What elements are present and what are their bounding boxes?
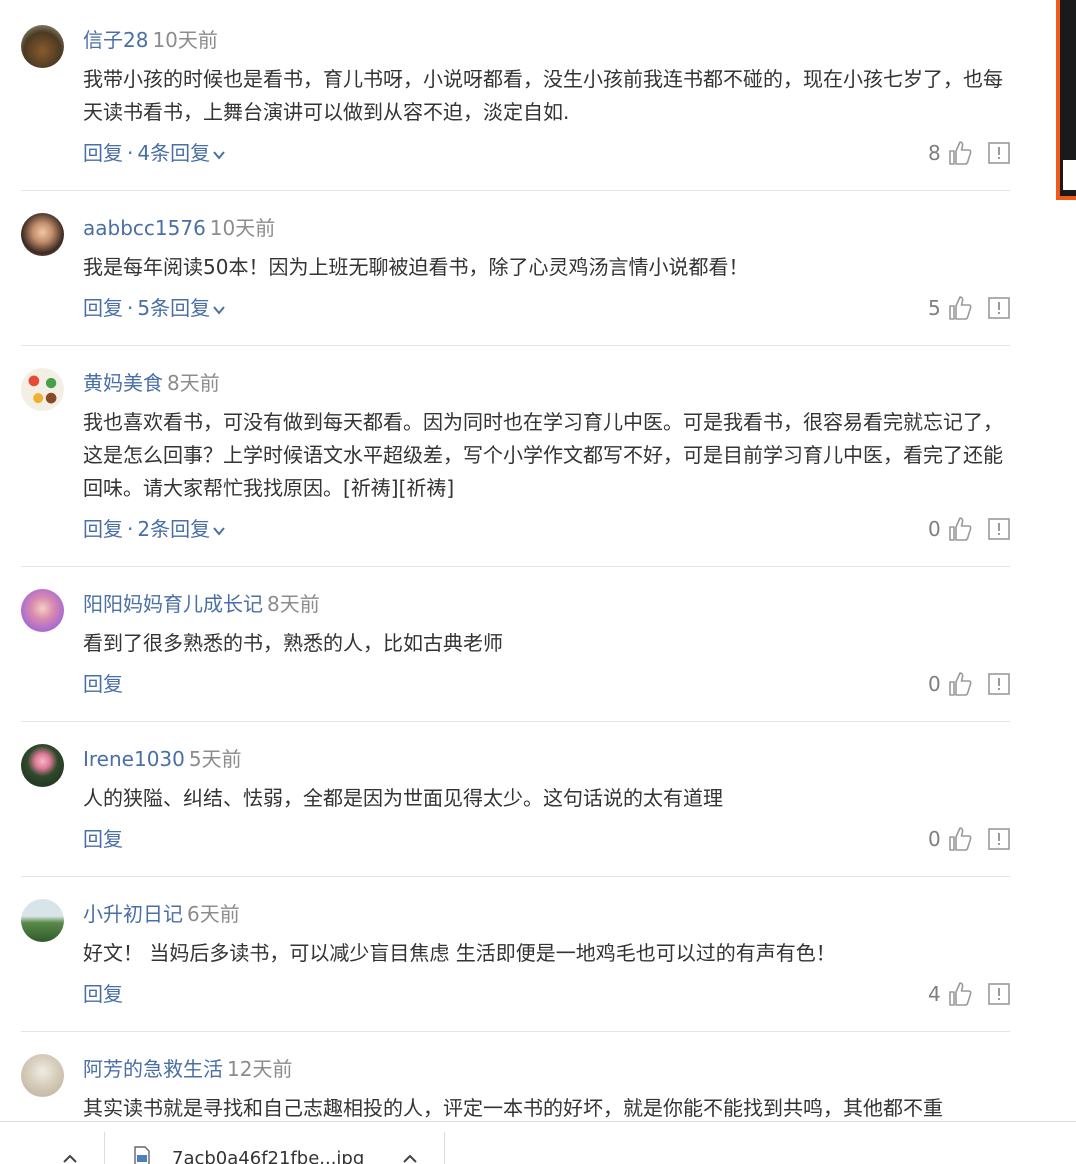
comment-time: 8天前 [267, 592, 320, 616]
thumbs-up-icon[interactable] [948, 140, 972, 166]
like-count: 0 [928, 517, 941, 541]
report-icon[interactable] [988, 983, 1010, 1005]
thumbs-up-icon[interactable] [948, 981, 972, 1007]
reply-button[interactable]: 回复 [83, 672, 123, 696]
reply-button[interactable]: 回复 [83, 141, 123, 165]
divider [21, 566, 1010, 567]
download-filename[interactable]: 7acb0a46f21fbe...jpg [172, 1148, 364, 1164]
caret-up-icon[interactable] [402, 1152, 418, 1164]
comment-username[interactable]: 黄妈美食 8天前 [83, 368, 220, 398]
report-icon[interactable] [988, 142, 1010, 164]
caret-up-icon[interactable] [62, 1152, 78, 1164]
reply-button[interactable]: 回复 [83, 296, 123, 320]
thumbs-up-icon[interactable] [948, 295, 972, 321]
comment-meta: 5 [928, 293, 1018, 323]
comment-username[interactable]: 信子28 10天前 [83, 25, 218, 55]
comment-actions: 回复 [83, 824, 123, 854]
reply-button[interactable]: 回复 [83, 827, 123, 851]
side-panel-edge [1056, 0, 1076, 200]
avatar[interactable] [21, 744, 64, 787]
like-count: 8 [928, 141, 941, 165]
comment-actions: 回复 · 2条回复 [83, 514, 226, 544]
like-count: 5 [928, 296, 941, 320]
view-replies-button[interactable]: 4条回复 [137, 141, 226, 165]
report-icon[interactable] [988, 828, 1010, 850]
comment-actions: 回复 · 4条回复 [83, 138, 226, 168]
comment-time: 10天前 [209, 216, 276, 240]
report-icon[interactable] [988, 518, 1010, 540]
download-separator [444, 1132, 445, 1164]
avatar[interactable] [21, 1054, 64, 1097]
comment-content: 好文！ 当妈后多读书，可以减少盲目焦虑 生活即便是一地鸡毛也可以过的有声有色！ [83, 941, 836, 965]
chevron-down-icon [213, 526, 225, 536]
comment-content: 我是每年阅读50本！因为上班无聊被迫看书，除了心灵鸡汤言情小说都看！ [83, 255, 749, 279]
comment-actions: 回复 [83, 979, 123, 1009]
comment-meta: 8 [928, 138, 1018, 168]
report-icon[interactable] [988, 673, 1010, 695]
username-text[interactable]: 阳阳妈妈育儿成长记 [83, 592, 263, 616]
comment-actions: 回复 [83, 669, 123, 699]
avatar[interactable] [21, 213, 64, 256]
reply-count: 2条回复 [137, 517, 211, 541]
avatar[interactable] [21, 589, 64, 632]
comment-time: 10天前 [152, 28, 218, 52]
username-text[interactable]: aabbcc1576 [83, 216, 206, 240]
separator-dot: · [127, 141, 134, 165]
separator-dot: · [127, 517, 134, 541]
reply-button[interactable]: 回复 [83, 517, 123, 541]
like-count: 4 [928, 982, 941, 1006]
comment-username[interactable]: 小升初日记 6天前 [83, 899, 240, 929]
comment-content: 我也喜欢看书，可没有做到每天都看。因为同时也在学习育儿中医。可是我看书，很容易看… [83, 410, 1003, 500]
avatar[interactable] [21, 368, 64, 411]
comment-time: 5天前 [188, 747, 242, 771]
username-text[interactable]: 黄妈美食 [83, 371, 163, 395]
avatar[interactable] [21, 25, 64, 68]
username-text[interactable]: 信子28 [83, 28, 148, 52]
reply-count: 4条回复 [137, 141, 211, 165]
comment-username[interactable]: 阳阳妈妈育儿成长记 8天前 [83, 589, 320, 619]
divider [21, 876, 1010, 877]
comment-time: 6天前 [187, 902, 240, 926]
divider [21, 190, 1010, 191]
comment-meta: 0 [928, 824, 1018, 854]
username-text[interactable]: Irene1030 [83, 747, 185, 771]
comment-username[interactable]: 阿芳的急救生活 12天前 [83, 1054, 292, 1084]
divider [21, 721, 1010, 722]
download-bar: 7acb0a46f21fbe...jpg [0, 1121, 1076, 1164]
comment-content: 看到了很多熟悉的书，熟悉的人，比如古典老师 [83, 631, 503, 655]
comment-time: 8天前 [167, 371, 220, 395]
thumbs-up-icon[interactable] [948, 516, 972, 542]
username-text[interactable]: 阿芳的急救生活 [83, 1057, 223, 1081]
reply-count: 5条回复 [137, 296, 211, 320]
thumbs-up-icon[interactable] [948, 671, 972, 697]
comment-meta: 4 [928, 979, 1018, 1009]
chevron-down-icon [213, 150, 225, 160]
comment-username[interactable]: Irene1030 5天前 [83, 744, 242, 774]
comment-content: 人的狭隘、纠结、怯弱，全都是因为世面见得太少。这句话说的太有道理 [83, 786, 723, 810]
avatar[interactable] [21, 899, 64, 942]
divider [21, 345, 1010, 346]
thumbs-up-icon[interactable] [948, 826, 972, 852]
view-replies-button[interactable]: 2条回复 [137, 517, 226, 541]
username-text[interactable]: 小升初日记 [83, 902, 183, 926]
comment-content: 我带小孩的时候也是看书，育儿书呀，小说呀都看，没生小孩前我连书都不碰的，现在小孩… [83, 67, 1003, 124]
like-count: 0 [928, 672, 941, 696]
view-replies-button[interactable]: 5条回复 [137, 296, 226, 320]
divider [21, 1031, 1010, 1032]
file-icon [134, 1146, 150, 1164]
comment-username[interactable]: aabbcc1576 10天前 [83, 213, 275, 243]
comment-actions: 回复 · 5条回复 [83, 293, 226, 323]
chevron-down-icon [213, 305, 225, 315]
comment-time: 12天前 [227, 1057, 293, 1081]
report-icon[interactable] [988, 297, 1010, 319]
comment-meta: 0 [928, 514, 1018, 544]
side-panel-tab[interactable] [1063, 160, 1076, 190]
download-separator [104, 1132, 105, 1164]
reply-button[interactable]: 回复 [83, 982, 123, 1006]
like-count: 0 [928, 827, 941, 851]
separator-dot: · [127, 296, 134, 320]
comment-meta: 0 [928, 669, 1018, 699]
